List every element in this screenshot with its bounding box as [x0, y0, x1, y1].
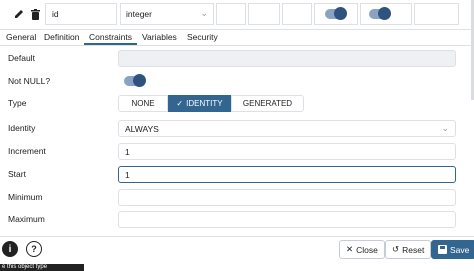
- delete-icon[interactable]: [28, 6, 42, 22]
- start-value: 1: [125, 170, 130, 180]
- column-length-input[interactable]: [216, 3, 246, 25]
- info-icon[interactable]: i: [2, 241, 18, 257]
- tab-security[interactable]: Security: [187, 32, 218, 42]
- identity-select[interactable]: ALWAYS ⌄: [118, 120, 456, 137]
- close-icon: ✕: [346, 244, 354, 254]
- type-option-none-label: NONE: [131, 99, 155, 108]
- reset-button-label: Reset: [402, 244, 425, 255]
- pk-toggle-cell: [360, 3, 412, 25]
- help-icon[interactable]: ?: [26, 241, 42, 257]
- info-glyph: i: [8, 243, 12, 255]
- minimum-input[interactable]: [118, 189, 456, 206]
- start-input[interactable]: 1: [118, 166, 456, 183]
- notnull-label: Not NULL?: [8, 76, 51, 86]
- identity-value: ALWAYS: [125, 124, 159, 134]
- column-empty-cell: [282, 3, 312, 25]
- start-label: Start: [8, 169, 26, 179]
- increment-label: Increment: [8, 146, 46, 156]
- check-icon: ✓: [176, 99, 184, 108]
- column-type-select[interactable]: integer ⌄: [120, 3, 214, 25]
- identity-label: Identity: [8, 123, 36, 133]
- column-type-value: integer: [126, 9, 152, 19]
- save-button-label: Save: [450, 244, 470, 255]
- tab-general[interactable]: General: [6, 32, 36, 42]
- increment-input[interactable]: 1: [118, 143, 456, 160]
- tab-constraints[interactable]: Constraints: [89, 32, 132, 42]
- type-option-identity[interactable]: ✓ IDENTITY: [168, 95, 231, 112]
- type-option-generated[interactable]: GENERATED: [231, 95, 304, 112]
- tab-variables[interactable]: Variables: [142, 32, 177, 42]
- type-option-generated-label: GENERATED: [242, 99, 293, 108]
- reset-icon: ↺: [392, 244, 400, 254]
- type-option-none[interactable]: NONE: [118, 95, 168, 112]
- column-name-input[interactable]: id: [45, 3, 117, 25]
- maximum-input[interactable]: [118, 211, 456, 228]
- edit-icon[interactable]: [12, 6, 26, 22]
- column-row: id integer ⌄: [0, 0, 474, 30]
- close-button-label: Close: [356, 244, 378, 255]
- default-label: Default: [8, 53, 35, 63]
- notnull-toggle[interactable]: [325, 7, 347, 20]
- tab-bar: General Definition Constraints Variables…: [0, 30, 474, 46]
- default-input[interactable]: [118, 50, 456, 67]
- type-option-identity-label: IDENTITY: [186, 99, 223, 108]
- help-glyph: ?: [31, 244, 37, 254]
- tab-definition[interactable]: Definition: [44, 32, 79, 42]
- tooltip: e this object type: [0, 264, 84, 271]
- maximum-label: Maximum: [8, 214, 45, 224]
- primary-key-toggle[interactable]: [369, 7, 391, 20]
- active-tab-indicator: [84, 43, 137, 45]
- minimum-label: Minimum: [8, 192, 43, 202]
- increment-value: 1: [125, 147, 130, 157]
- chevron-down-icon: ⌄: [200, 8, 208, 18]
- column-extra-cell: [414, 3, 459, 25]
- notnull-toggle-cell: [314, 3, 358, 25]
- column-scale-input[interactable]: [248, 3, 280, 25]
- reset-button[interactable]: ↺ Reset: [385, 240, 432, 259]
- notnull-switch[interactable]: [124, 74, 146, 87]
- tooltip-text: e this object type: [2, 264, 48, 270]
- save-icon: [438, 245, 447, 254]
- chevron-down-icon: ⌄: [441, 123, 449, 133]
- column-name-value: id: [52, 9, 59, 19]
- close-button[interactable]: ✕ Close: [339, 240, 385, 259]
- save-button[interactable]: Save: [431, 240, 474, 259]
- type-label: Type: [8, 98, 27, 108]
